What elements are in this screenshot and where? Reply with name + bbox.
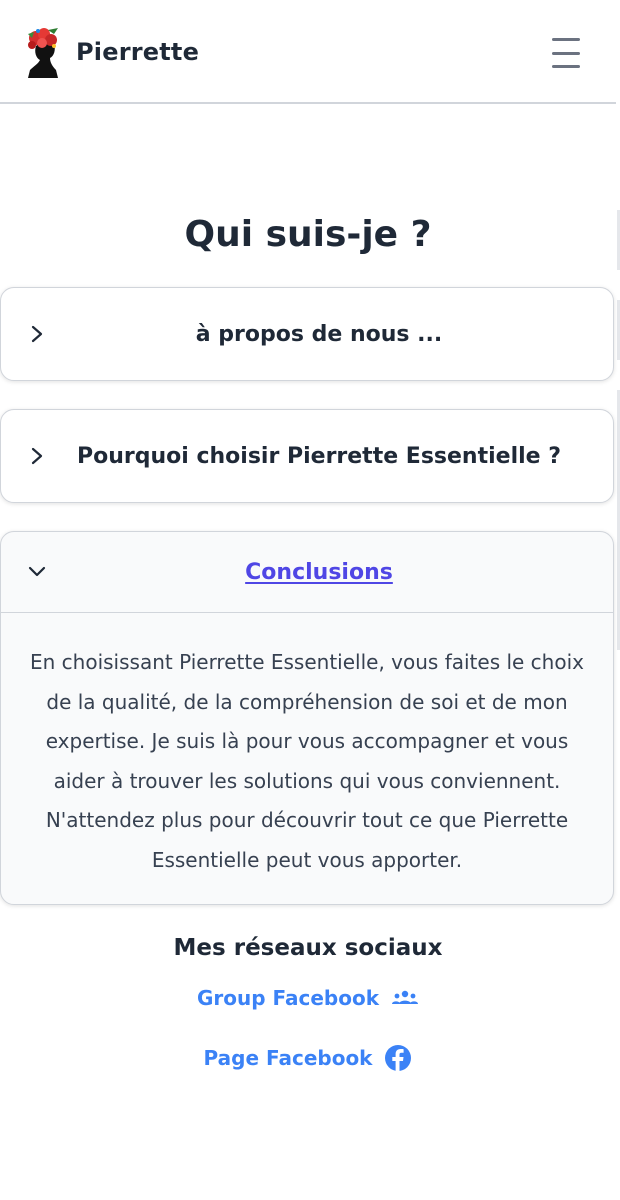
facebook-icon: [384, 1044, 412, 1072]
users-group-icon: [391, 989, 419, 1007]
accordion-title: à propos de nous ...: [195, 321, 443, 347]
chevron-down-icon: [28, 566, 46, 577]
menu-line: [552, 38, 580, 41]
accordion-header-about[interactable]: à propos de nous ...: [1, 288, 613, 380]
social-title: Mes réseaux sociaux: [173, 935, 443, 961]
accordion-item-conclusions: Conclusions En choisissant Pierrette Ess…: [0, 531, 614, 905]
site-header: Pierrette: [0, 0, 616, 104]
accordion-item-about: à propos de nous ...: [0, 287, 614, 381]
accordion-title: Pourquoi choisir Pierrette Essentielle ?: [77, 443, 561, 469]
accordion-body-text: En choisissant Pierrette Essentielle, vo…: [30, 650, 584, 872]
chevron-right-icon: [31, 447, 43, 465]
accordion-item-why: Pourquoi choisir Pierrette Essentielle ?: [0, 409, 614, 503]
page-title: Qui suis-je ?: [184, 214, 432, 255]
link-label: Page Facebook: [203, 1046, 373, 1070]
accordion-header-why[interactable]: Pourquoi choisir Pierrette Essentielle ?: [1, 410, 613, 502]
chevron-right-icon: [31, 325, 43, 343]
logo-icon: [28, 28, 58, 78]
link-label: Group Facebook: [196, 986, 380, 1010]
accordion-title-link[interactable]: Conclusions: [1, 560, 613, 585]
brand[interactable]: Pierrette: [24, 26, 199, 78]
brand-name: Pierrette: [76, 38, 200, 66]
hamburger-menu-icon[interactable]: [552, 38, 588, 68]
page-facebook-link[interactable]: Page Facebook: [0, 1044, 616, 1072]
group-facebook-link[interactable]: Group Facebook: [0, 986, 616, 1010]
menu-line: [552, 51, 580, 55]
accordion-header-conclusions[interactable]: Conclusions: [1, 532, 613, 613]
menu-line: [552, 65, 580, 68]
